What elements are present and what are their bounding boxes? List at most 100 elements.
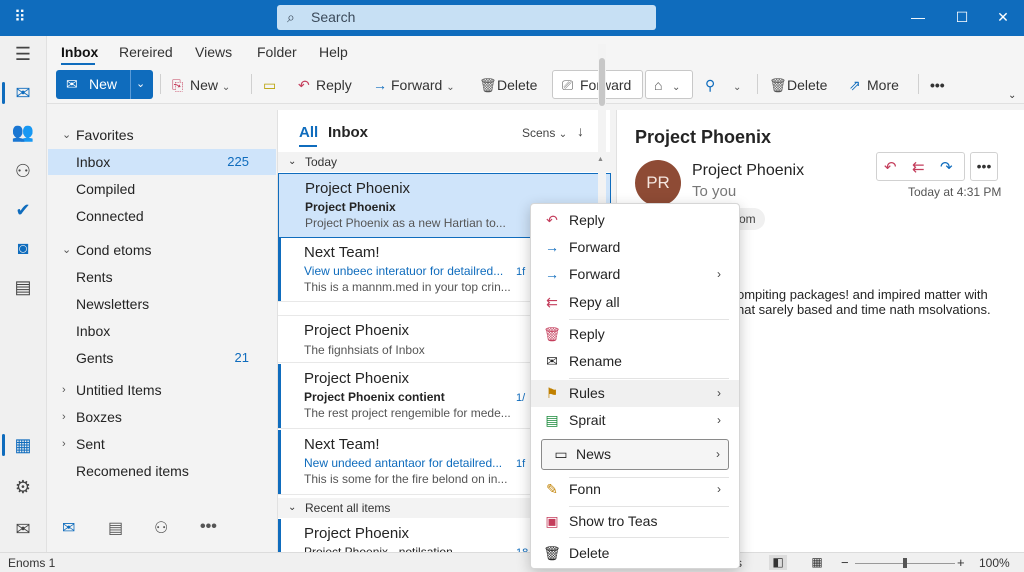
overflow-button[interactable]: ••• <box>930 77 945 93</box>
folder-item-connected[interactable]: Connected <box>48 203 276 229</box>
message-preview: This is a mannm.med in your top crin... <box>304 280 511 294</box>
folder-label: Untitied Items <box>76 382 162 398</box>
message-date: 1f <box>516 458 526 470</box>
tag-icon: ⌂ <box>654 77 663 93</box>
folder-item-compiled[interactable]: Compiled <box>48 176 276 202</box>
folder-group-sent[interactable]: › Sent <box>48 431 276 457</box>
tab-inbox[interactable]: Inbox <box>328 124 368 141</box>
folder-item-gents[interactable]: Gents 21 <box>48 345 276 371</box>
groups-icon[interactable]: ⚇ <box>9 157 37 185</box>
context-forward-submenu[interactable]: → Forward › <box>531 261 739 288</box>
folder-label: Sent <box>76 436 105 452</box>
menu-views[interactable]: Views <box>195 44 232 60</box>
chevron-down-icon[interactable]: ⌄ <box>136 70 145 99</box>
reply-button[interactable]: ↶ Reply <box>298 77 352 93</box>
context-show-teams[interactable]: ▣ Show tro Teas <box>531 508 739 535</box>
share-icon: ⇗ <box>849 77 861 93</box>
zoom-in-button[interactable]: + <box>957 555 965 570</box>
forward-button[interactable]: → Forward ⌄ <box>373 77 455 93</box>
notes-icon[interactable]: ▤ <box>9 273 37 301</box>
tab-all[interactable]: All <box>299 124 318 141</box>
folder-group-untitled[interactable]: › Untitied Items <box>48 377 276 403</box>
context-rename[interactable]: ✉ Rename <box>531 348 739 375</box>
context-reply-all[interactable]: ⇇ Repy all <box>531 289 739 316</box>
menu-rereired[interactable]: Rereired <box>119 44 173 60</box>
assign-button[interactable]: ⚲ ⌄ <box>705 77 741 93</box>
reply-icon[interactable]: ↶ <box>884 158 897 176</box>
context-news[interactable]: ▭ News › <box>541 439 729 470</box>
status-bar: Enoms 1 s ◧ ▦ − + 100% <box>0 552 1024 572</box>
zoom-slider-thumb[interactable] <box>903 558 907 568</box>
folder-label: Connected <box>76 208 144 224</box>
folder-item-inbox[interactable]: Inbox 225 <box>48 149 276 175</box>
folder-item-newsletters[interactable]: Newsletters <box>48 291 276 317</box>
folder-icon: ▭ <box>554 446 568 462</box>
folder-item-inbox-2[interactable]: Inbox <box>48 318 276 344</box>
context-sprait[interactable]: ▤ Sprait › <box>531 407 739 434</box>
folder-label: Compiled <box>76 181 136 197</box>
people-icon[interactable]: 👥 <box>9 118 37 146</box>
section-header-today[interactable]: ⌄ Today <box>278 152 611 172</box>
new-mail-button[interactable]: ✉ New ⌄ <box>56 70 153 99</box>
menu-folder[interactable]: Folder <box>257 44 297 60</box>
account-group-header[interactable]: ⌄ Cond etoms <box>48 237 276 263</box>
ribbon-collapse-chevron-icon[interactable]: ⌄ <box>1008 88 1016 104</box>
maximize-button[interactable]: ☐ <box>952 8 972 26</box>
reply-all-icon[interactable]: ⇇ <box>912 158 925 176</box>
minimize-button[interactable]: — <box>908 8 928 26</box>
context-reply-2[interactable]: 🗑 Reply <box>531 321 739 348</box>
chevron-right-icon: › <box>717 386 721 400</box>
chevron-right-icon: › <box>717 413 721 427</box>
mail-bottom-icon[interactable]: ✉ <box>9 515 37 543</box>
chevron-down-icon: ⌄ <box>558 129 568 140</box>
menu-label: Forward <box>569 239 621 255</box>
new-item-button[interactable]: ⎘ New ⌄ <box>172 77 230 93</box>
delete-button[interactable]: 🗑Delete <box>479 77 537 93</box>
tab-all-underline <box>299 145 317 147</box>
folder-item-recommended[interactable]: Recomened items <box>48 458 276 484</box>
mail-icon[interactable]: ✉ <box>62 518 75 538</box>
hamburger-icon[interactable]: ☰ <box>9 40 37 68</box>
sender-name[interactable]: Project Phoenix <box>692 162 804 180</box>
rules-icon: ⚑ <box>545 385 559 401</box>
zoom-out-button[interactable]: − <box>841 555 849 570</box>
message-preview: This is some for the fire belond on in..… <box>304 472 508 486</box>
search-box[interactable]: ⌕ Search <box>277 5 656 30</box>
message-preview: Project Phoenix as a new Hartian to... <box>305 216 506 230</box>
reading-view-icon[interactable]: ◧ <box>769 555 787 570</box>
more-apps-icon[interactable]: ••• <box>200 518 217 536</box>
scroll-up-icon[interactable]: ▲ <box>597 156 604 163</box>
context-reply[interactable]: ↶ Reply <box>531 207 739 234</box>
favorites-label: Favorites <box>76 127 134 143</box>
favorites-header[interactable]: ⌄ Favorites <box>48 122 276 148</box>
forward-icon[interactable]: ↷ <box>940 158 953 176</box>
todo-icon[interactable]: ✔ <box>9 196 37 224</box>
folder-group-boxzes[interactable]: › Boxzes <box>48 404 276 430</box>
settings-icon[interactable]: ⚙ <box>9 473 37 501</box>
menu-inbox[interactable]: Inbox <box>61 44 98 60</box>
app-launcher-icon[interactable]: ⠿ <box>14 9 32 27</box>
sort-direction-icon[interactable]: ↓ <box>577 123 584 139</box>
folder-item-rents[interactable]: Rents <box>48 264 276 290</box>
close-button[interactable]: ✕ <box>993 8 1013 26</box>
reply-icon: ↶ <box>546 212 558 228</box>
context-forward[interactable]: → Forward <box>531 234 739 261</box>
archive-button[interactable]: ▭ <box>263 77 281 93</box>
context-delete[interactable]: 🗑 Delete <box>531 540 739 567</box>
delete-button-2[interactable]: 🗑Delete <box>769 77 827 93</box>
outlook-icon[interactable]: ◙ <box>9 234 37 262</box>
new-item-icon: ⎘ <box>172 77 184 93</box>
more-actions-button[interactable]: ••• <box>970 152 998 181</box>
menu-help[interactable]: Help <box>319 44 348 60</box>
context-rules[interactable]: ⚑ Rules › <box>531 380 739 407</box>
grid-view-icon[interactable]: ▦ <box>808 555 826 570</box>
folder-pane: ⌄ Favorites Inbox 225 Compiled Connected… <box>48 104 276 552</box>
context-fonn[interactable]: ✎ Fonn › <box>531 476 739 503</box>
sort-dropdown[interactable]: Scens ⌄ <box>522 126 567 140</box>
calendar-view-icon[interactable]: ▦ <box>9 431 37 459</box>
mail-icon[interactable]: ✉ <box>9 79 37 107</box>
people-icon[interactable]: ⚇ <box>154 518 168 538</box>
more-button[interactable]: ⇗ More <box>849 77 899 93</box>
calendar-icon[interactable]: ▤ <box>108 518 123 538</box>
scrollbar-thumb[interactable] <box>599 58 605 106</box>
